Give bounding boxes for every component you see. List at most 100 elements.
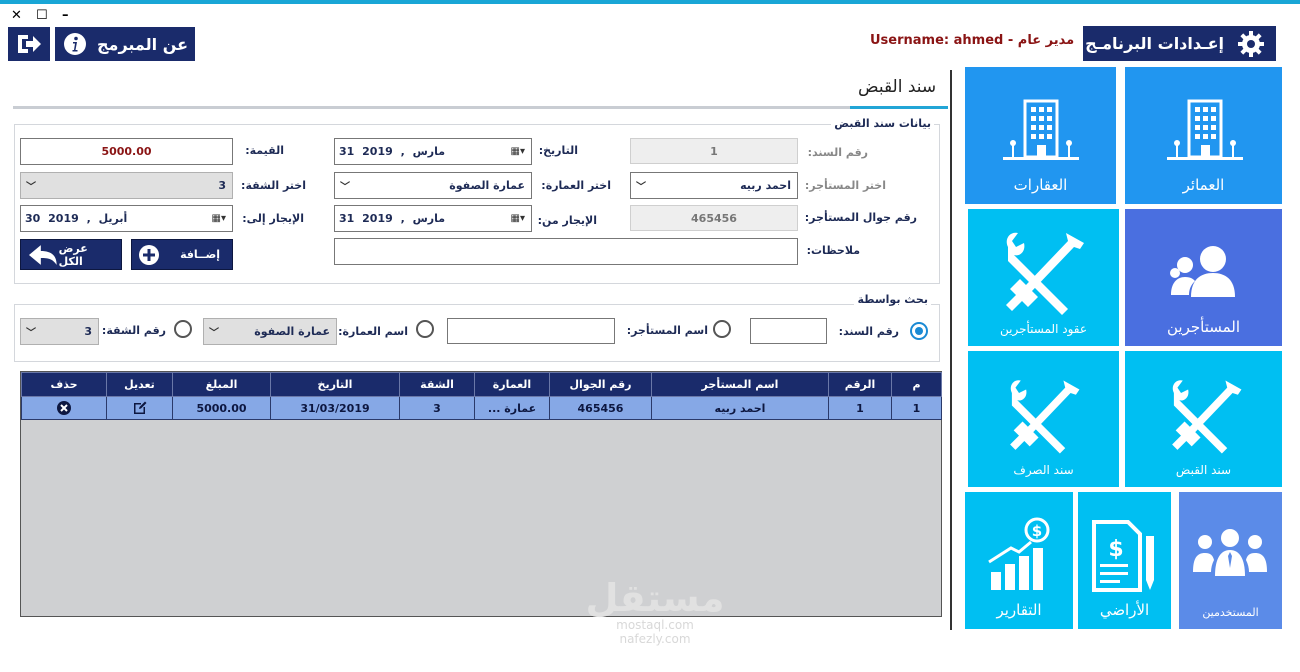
tenant-label: اختر المستأجر: [804,179,886,192]
program-settings-button[interactable]: إعـدادات البرنامـج [1083,26,1276,61]
cell-index: 1 [891,396,942,420]
tile-payment-label: سند الصرف [1013,463,1074,477]
show-all-button[interactable]: عرض الكل [20,239,122,270]
tile-tenants-label: المستأجرين [1166,318,1241,336]
tile-payment-voucher[interactable]: سند الصرف [968,351,1119,487]
mobile-field: 465456 [630,205,798,231]
wrench-screwdriver-icon [1010,380,1080,454]
search-building-label: اسم العمارة: [338,325,408,338]
calendar-dropdown-icon[interactable]: ▦▾ [511,206,525,231]
cell-date: 31/03/2019 [270,396,400,420]
wrench-screwdriver-icon [1006,232,1084,315]
minimize-window-icon[interactable]: – [62,8,69,23]
tenant-select[interactable]: احمد ربيه ﹀ [630,172,798,199]
col-number[interactable]: الرقم [828,372,892,397]
watermark-line2: nafezly.com [619,632,691,646]
close-window-icon[interactable]: ✕ [11,8,22,23]
maximize-window-icon[interactable]: ☐ [36,8,48,23]
apartment-select[interactable]: 3 ﹀ [20,172,233,199]
value-field[interactable]: 5000.00 [20,138,233,165]
rent-to-value: 30 أبريل , 2019 [25,212,128,225]
tile-reports-label: التقارير [996,601,1042,619]
search-building-select[interactable]: عمارة الصفوة ﹀ [203,318,337,345]
tile-tenants[interactable]: المستأجرين [1125,209,1282,346]
search-by-voucher-radio[interactable] [910,322,928,340]
voucher-no-field: 1 [630,138,798,164]
svg-text:$: $ [1032,522,1042,540]
receipts-table: م الرقم اسم المستأجر رقم الجوال العمارة … [20,371,942,617]
table-row[interactable]: 1 1 احمد ربيه 465456 عمارة ... 3 31/03/2… [21,396,942,420]
tile-tenant-contracts[interactable]: عقود المستأجرين [968,209,1119,346]
cell-tenant: احمد ربيه [651,396,829,420]
calendar-dropdown-icon[interactable]: ▦▾ [212,206,226,231]
table-header: م الرقم اسم المستأجر رقم الجوال العمارة … [21,372,942,397]
col-mobile[interactable]: رقم الجوال [549,372,652,397]
tile-lands[interactable]: $ الأراضي [1078,492,1171,629]
notes-field[interactable] [334,238,798,265]
col-delete[interactable]: حذف [21,372,107,397]
tile-buildings[interactable]: العمائر [1125,67,1282,204]
rent-to-picker[interactable]: 30 أبريل , 2019 ▦▾ [20,205,233,232]
document-pen-icon: $ [1092,520,1154,592]
chevron-down-icon: ﹀ [209,328,219,339]
building-icon [1003,99,1079,160]
user-info: مدير عام - Username: ahmed [870,33,1075,48]
date-picker[interactable]: 31 مارس , 2019 ▦▾ [334,138,532,165]
cell-edit[interactable] [106,396,173,420]
plus-icon [139,244,159,265]
rent-from-value: 31 مارس , 2019 [339,212,446,225]
page-title: سند القبض [858,77,937,97]
apartment-label: اختر الشقة: [241,179,306,192]
add-label: إضــافة [180,248,220,261]
tile-properties[interactable]: العقارات [965,67,1116,204]
search-tenant-input[interactable] [447,318,615,344]
col-building[interactable]: العمارة [474,372,550,397]
delete-icon[interactable] [56,400,72,416]
about-programmer-button[interactable]: عن المبرمج [55,27,195,61]
search-building-value: عمارة الصفوة [254,325,330,338]
building-label: اختر العمارة: [541,179,611,192]
search-by-building-radio[interactable] [416,320,434,338]
date-label: التاريخ: [538,144,578,157]
tile-contracts-label: عقود المستأجرين [999,322,1087,336]
logout-button[interactable] [8,27,50,61]
col-edit[interactable]: تعديل [106,372,173,397]
tile-receipt-voucher[interactable]: سند القبض [1125,351,1282,487]
add-button[interactable]: إضــافة [131,239,233,270]
tile-reports[interactable]: $ التقارير [965,492,1073,629]
title-divider [13,106,850,109]
notes-label: ملاحظات: [806,244,860,257]
watermark-line1: mostaql.com [616,618,694,632]
tile-users[interactable]: المستخدمين [1179,492,1282,629]
col-tenant[interactable]: اسم المستأجر [651,372,829,397]
cell-building: عمارة ... [474,396,550,420]
cell-amount: 5000.00 [172,396,271,420]
cell-number: 1 [828,396,892,420]
search-legend: بحث بواسطة [854,293,931,306]
watermark-logo-text: مستقل [585,576,725,620]
apartment-value: 3 [218,179,226,192]
col-amount[interactable]: المبلغ [172,372,271,397]
search-by-apartment-radio[interactable] [174,320,192,338]
tile-lands-label: الأراضي [1099,601,1150,619]
cell-apartment: 3 [399,396,475,420]
search-voucher-input[interactable] [750,318,827,344]
col-apartment[interactable]: الشقة [399,372,475,397]
cell-delete[interactable] [21,396,107,420]
search-by-tenant-radio[interactable] [713,320,731,338]
building-select[interactable]: عمارة الصفوة ﹀ [334,172,532,199]
about-label: عن المبرمج [97,34,189,54]
edit-icon[interactable] [132,400,148,416]
search-apartment-select[interactable]: 3 ﹀ [20,318,99,345]
search-voucher-label: رقم السند: [838,325,899,338]
users-icon [1193,529,1267,576]
gear-icon [1238,30,1264,57]
calendar-dropdown-icon[interactable]: ▦▾ [511,139,525,164]
rent-from-label: الإيجار من: [537,214,597,227]
chevron-down-icon: ﹀ [340,182,350,193]
top-accent-line [0,0,1300,4]
wrench-screwdriver-icon [1172,380,1242,454]
rent-from-picker[interactable]: 31 مارس , 2019 ▦▾ [334,205,532,232]
col-index[interactable]: م [891,372,942,397]
col-date[interactable]: التاريخ [270,372,400,397]
